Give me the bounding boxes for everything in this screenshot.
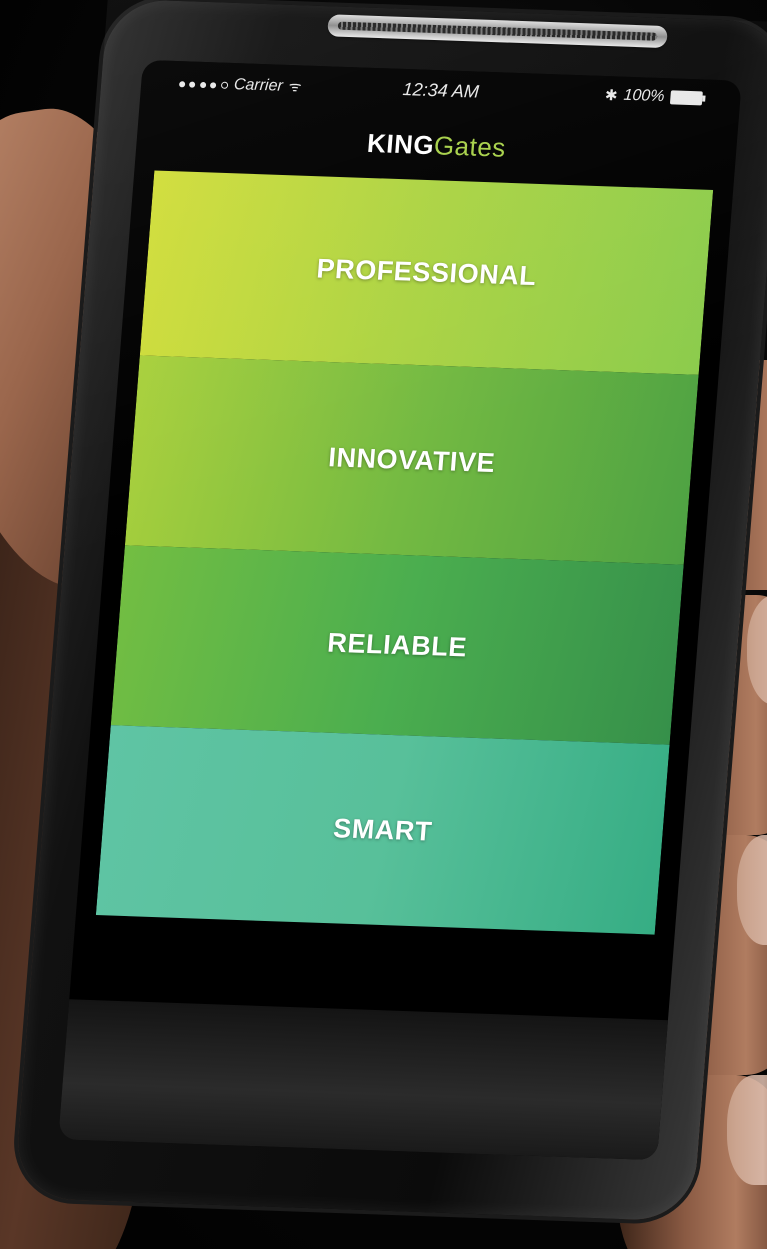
menu-item-professional[interactable]: PROFESSIONAL bbox=[139, 170, 714, 375]
earpiece-speaker bbox=[327, 14, 669, 49]
kinggates-logo: KINGGates bbox=[366, 127, 507, 163]
main-menu: PROFESSIONAL INNOVATIVE RELIABLE SMART bbox=[95, 170, 714, 935]
menu-item-label: PROFESSIONAL bbox=[315, 253, 538, 292]
menu-item-smart[interactable]: SMART bbox=[95, 725, 670, 935]
menu-item-label: SMART bbox=[332, 812, 434, 847]
logo-primary: KING bbox=[366, 127, 436, 160]
menu-item-label: INNOVATIVE bbox=[327, 441, 497, 478]
bluetooth-icon: ✱ bbox=[604, 87, 619, 105]
battery-percent: 100% bbox=[622, 86, 666, 106]
status-right: ✱ 100% bbox=[604, 86, 703, 107]
fingernail bbox=[747, 595, 767, 705]
logo-secondary: Gates bbox=[432, 129, 508, 163]
smartphone: Carrier ᯤ 12:34 AM ✱ 100% KINGGates PROF… bbox=[13, 0, 767, 1222]
photo-scene: Carrier ᯤ 12:34 AM ✱ 100% KINGGates PROF… bbox=[0, 0, 767, 1249]
battery-icon bbox=[669, 90, 703, 106]
menu-item-innovative[interactable]: INNOVATIVE bbox=[124, 355, 699, 565]
phone-screen: Carrier ᯤ 12:34 AM ✱ 100% KINGGates PROF… bbox=[93, 60, 722, 960]
menu-item-reliable[interactable]: RELIABLE bbox=[110, 545, 684, 745]
phone-bottom-panel bbox=[58, 999, 668, 1161]
fingernail bbox=[737, 835, 767, 945]
fingernail bbox=[727, 1075, 767, 1185]
menu-item-label: RELIABLE bbox=[326, 627, 469, 662]
speaker-grille bbox=[337, 21, 658, 41]
